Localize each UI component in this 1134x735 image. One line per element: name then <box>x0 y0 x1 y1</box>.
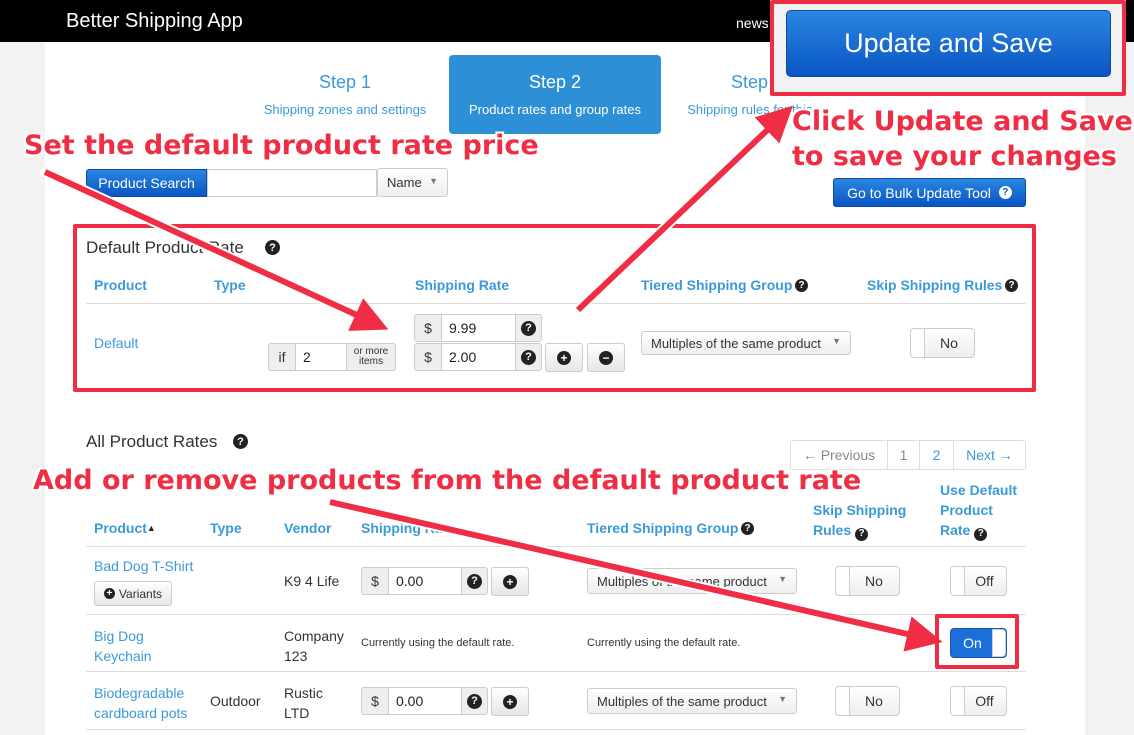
annotation-set-default: Set the default product rate price <box>24 130 539 161</box>
annotation-click-update-2: to save your changes <box>792 141 1117 172</box>
annotation-add-remove: Add or remove products from the default … <box>33 465 862 496</box>
annotation-click-update-1: Click Update and Save <box>792 106 1133 137</box>
